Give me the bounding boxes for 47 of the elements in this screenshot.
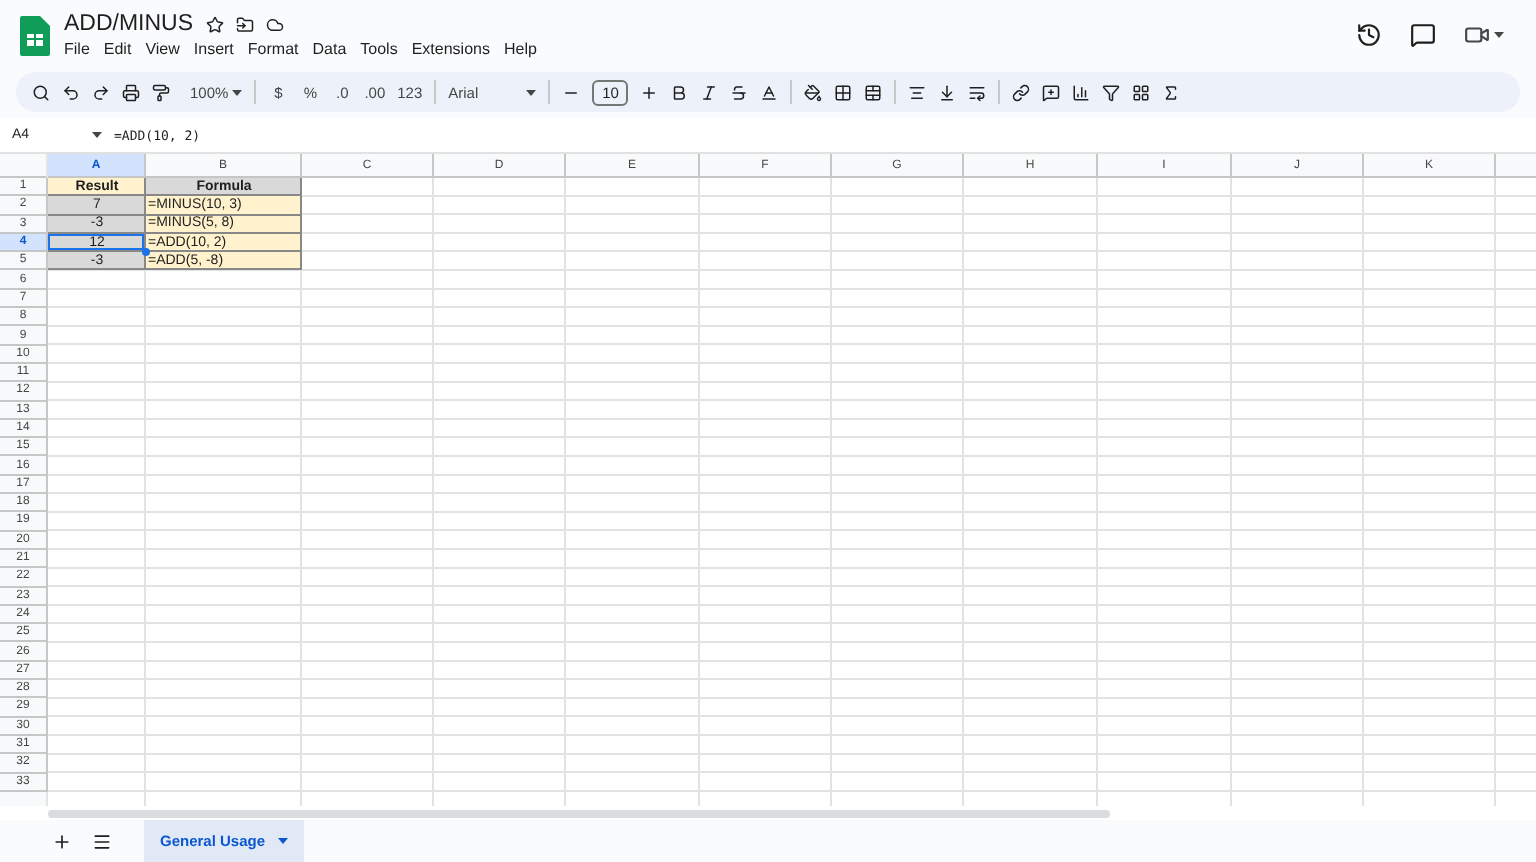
menu-item[interactable]: Tools [360,40,398,58]
menu-item[interactable]: Format [247,40,299,58]
caret-icon [1494,32,1504,38]
menu-item[interactable]: Extensions [411,40,490,58]
spreadsheet-logo-icon[interactable] [20,15,50,55]
menu-item[interactable]: View [145,40,180,58]
caret-icon [277,838,288,844]
menu-item[interactable]: Help [503,40,537,58]
filter-icon[interactable] [1102,83,1121,101]
folder-icon[interactable] [235,15,254,33]
caret-icon [92,132,102,138]
fill-handle[interactable] [142,248,150,257]
strikethrough-icon[interactable] [730,83,749,101]
filter-views-icon[interactable] [1132,83,1151,101]
comment-icon[interactable] [1410,22,1436,48]
merge-cells-icon[interactable] [864,83,883,101]
caret-icon [526,89,537,95]
history-icon[interactable] [1356,22,1382,48]
menu-item[interactable]: Data [312,40,347,58]
sheet-list-icon[interactable] [92,831,112,851]
bold-icon[interactable] [670,83,689,101]
paint-bucket-icon[interactable] [804,83,823,101]
italic-icon[interactable] [700,83,719,101]
undo-icon[interactable] [62,83,80,101]
menu-item[interactable]: Insert [193,40,234,58]
search-icon[interactable] [32,83,50,101]
wrap-text-icon[interactable] [968,83,987,101]
caret-icon [232,89,243,95]
vertical-align-icon[interactable] [938,83,957,101]
align-center-icon[interactable] [908,83,927,101]
add-comment-icon[interactable] [1042,83,1061,101]
cloud-icon[interactable] [265,15,284,33]
add-sheet-icon[interactable] [52,831,72,851]
printer-icon[interactable] [122,83,140,101]
text-color-icon[interactable] [760,83,779,101]
star-icon[interactable] [205,15,224,33]
menu-item[interactable]: Edit [103,40,132,58]
sigma-icon[interactable] [1162,83,1181,101]
paint-roller-icon[interactable] [152,83,170,101]
document-title[interactable]: ADD/MINUS [64,12,194,36]
link-icon[interactable] [1012,83,1031,101]
redo-icon[interactable] [92,83,110,101]
plus-icon[interactable] [640,83,659,101]
chart-icon[interactable] [1072,83,1091,101]
video-call-button[interactable] [1464,22,1504,48]
borders-icon[interactable] [834,83,853,101]
menu-item[interactable]: File [64,40,90,58]
